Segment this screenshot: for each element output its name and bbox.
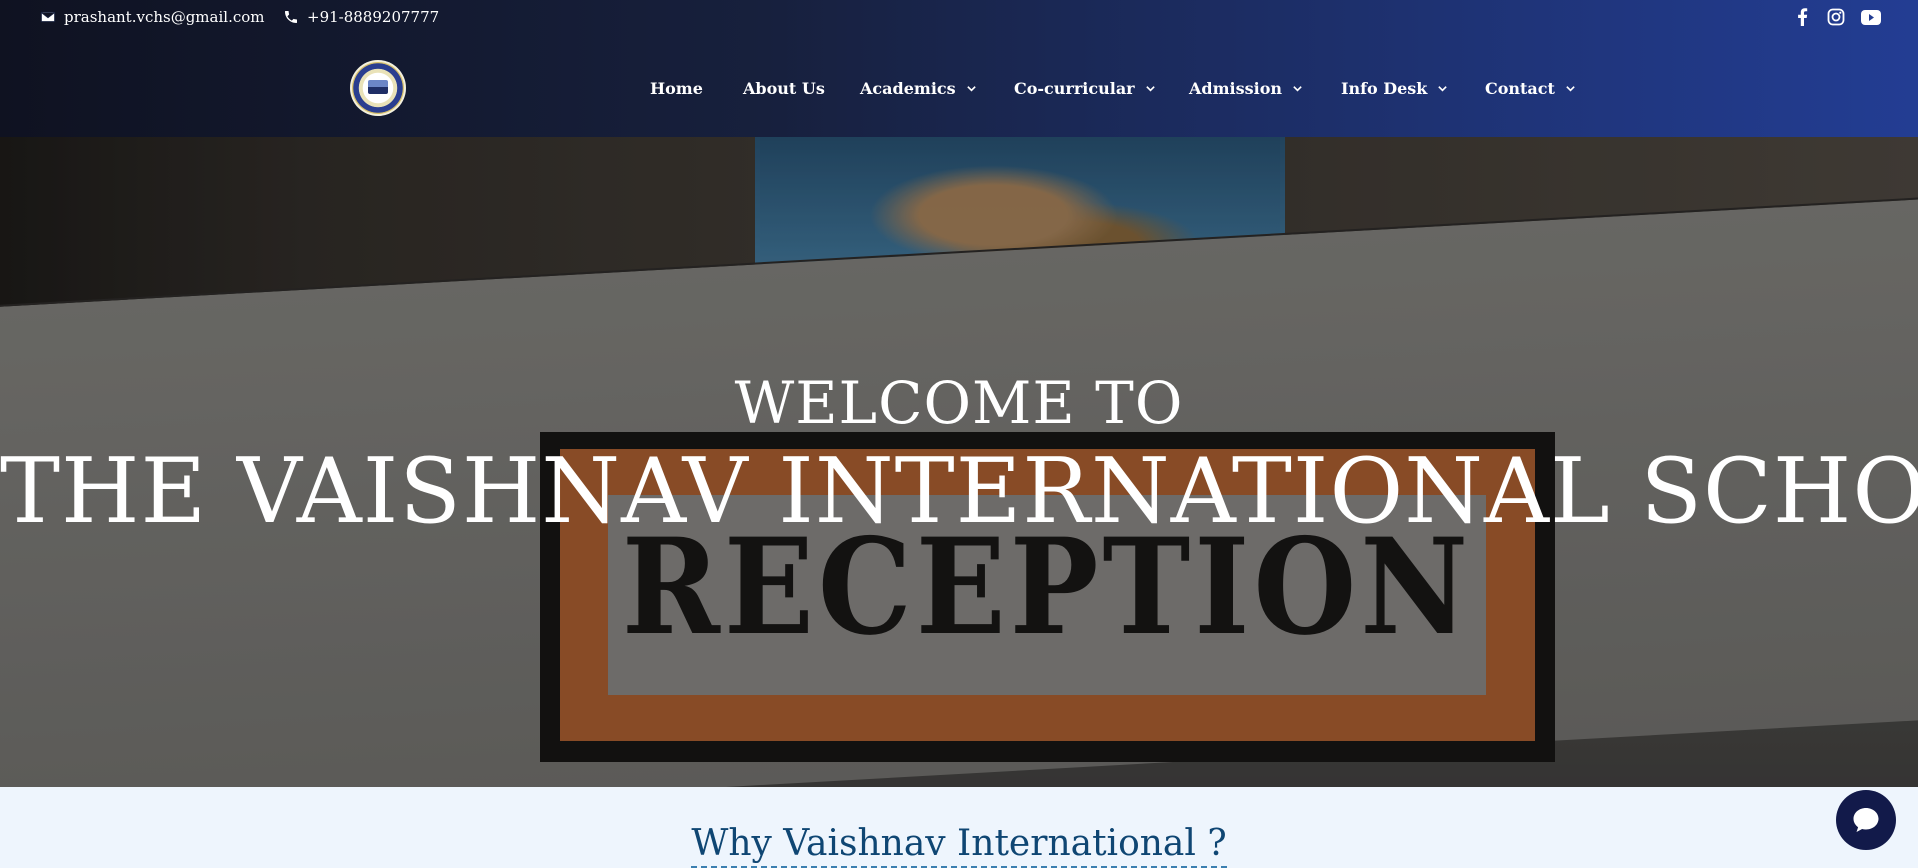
- email-link[interactable]: prashant.vchs@gmail.com: [40, 6, 265, 28]
- site-header: prashant.vchs@gmail.com +91-8889207777 H…: [0, 0, 1918, 137]
- nav-item-label: Info Desk: [1341, 78, 1428, 98]
- chat-button[interactable]: [1836, 790, 1896, 850]
- nav-item-label: Home: [650, 78, 703, 98]
- facebook-link[interactable]: [1791, 6, 1813, 28]
- hero-welcome-text: WELCOME TO: [734, 369, 1184, 437]
- chat-bubble-icon: [1853, 808, 1879, 832]
- nav-item-contact[interactable]: Contact: [1485, 74, 1576, 102]
- hero-school-name: THE VAISHNAV INTERNATIONAL SCHOOL: [0, 439, 1918, 544]
- phone-text: +91-8889207777: [307, 8, 440, 26]
- nav-item-co-curricular[interactable]: Co-curricular: [1014, 74, 1156, 102]
- top-bar: prashant.vchs@gmail.com +91-8889207777: [0, 0, 1918, 34]
- nav-item-label: Contact: [1485, 78, 1555, 98]
- chevron-down-icon: [966, 85, 976, 92]
- nav-item-label: About Us: [743, 78, 825, 98]
- nav-item-label: Academics: [860, 78, 956, 98]
- why-section: Why Vaishnav International ?: [0, 787, 1918, 868]
- nav-item-info-desk[interactable]: Info Desk: [1341, 74, 1448, 102]
- mail-icon: [40, 11, 56, 23]
- instagram-icon: [1827, 8, 1845, 26]
- chevron-down-icon: [1566, 85, 1575, 92]
- main-nav: Home About Us Academics Co-curricular Ad…: [0, 74, 1918, 102]
- hero-banner: RECEPTION WELCOME TO THE VAISHNAV INTERN…: [0, 137, 1918, 787]
- nav-item-label: Co-curricular: [1014, 78, 1135, 98]
- nav-item-admission[interactable]: Admission: [1189, 74, 1303, 102]
- nav-item-about-us[interactable]: About Us: [743, 74, 825, 102]
- chevron-down-icon: [1438, 85, 1448, 92]
- nav-item-home[interactable]: Home: [650, 74, 703, 102]
- instagram-link[interactable]: [1825, 6, 1847, 28]
- chevron-down-icon: [1293, 85, 1302, 92]
- youtube-link[interactable]: [1860, 6, 1882, 28]
- nav-item-label: Admission: [1189, 78, 1283, 98]
- why-heading-text: Why Vaishnav International ?: [691, 823, 1227, 868]
- nav-item-academics[interactable]: Academics: [860, 74, 977, 102]
- phone-link[interactable]: +91-8889207777: [283, 6, 439, 28]
- youtube-icon: [1861, 9, 1881, 25]
- chevron-down-icon: [1145, 85, 1155, 92]
- why-heading: Why Vaishnav International ?: [0, 823, 1918, 868]
- phone-icon: [285, 11, 297, 23]
- facebook-icon: [1797, 8, 1807, 26]
- email-text: prashant.vchs@gmail.com: [64, 8, 265, 26]
